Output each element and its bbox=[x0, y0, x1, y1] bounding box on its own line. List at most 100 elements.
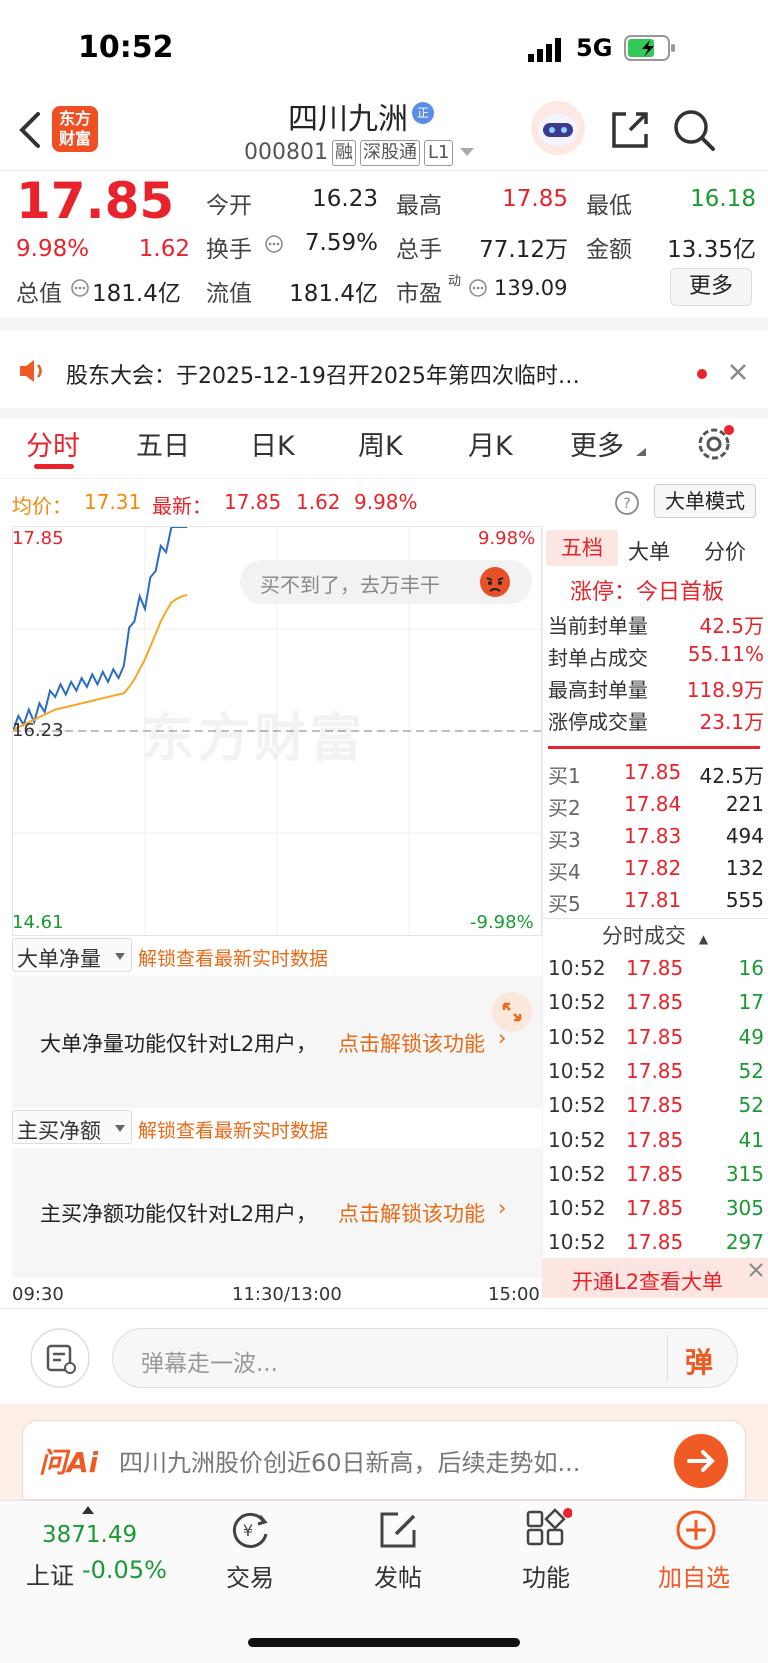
nav-trade[interactable]: 交易 bbox=[190, 1558, 310, 1593]
trade-volume: 52 bbox=[738, 1058, 764, 1083]
tab-month-k[interactable]: 月K bbox=[468, 424, 513, 463]
robot-avatar-icon[interactable] bbox=[530, 100, 586, 156]
ai-bar[interactable]: 问Ai 四川九洲股价创近60日新高，后续走势如... bbox=[22, 1420, 746, 1500]
y-bottom-label: 14.61 bbox=[12, 912, 64, 933]
bid-volume: 555 bbox=[725, 888, 764, 912]
settings-icon[interactable] bbox=[694, 424, 734, 464]
index-value[interactable]: 3871.49 bbox=[42, 1522, 137, 1548]
back-icon[interactable] bbox=[16, 110, 44, 150]
tab-intraday[interactable]: 分时 bbox=[26, 424, 80, 463]
panel1-link[interactable]: 点击解锁该功能 bbox=[338, 1028, 485, 1058]
l2-banner-text: 开通L2查看大单 bbox=[572, 1270, 724, 1294]
danmu-divider bbox=[667, 1335, 668, 1381]
tab-five-day[interactable]: 五日 bbox=[136, 424, 190, 463]
limit-row-label: 涨停成交量 bbox=[548, 710, 648, 734]
danmu-toggle-icon[interactable] bbox=[30, 1328, 90, 1388]
limit-row-label: 封单占成交 bbox=[548, 646, 648, 670]
bid-volume: 221 bbox=[725, 792, 764, 816]
close-icon[interactable] bbox=[728, 362, 748, 382]
status-time: 10:52 bbox=[78, 30, 174, 65]
avg-value: 17.31 bbox=[84, 490, 142, 514]
panel1-msg: 大单净量功能仅针对L2用户， bbox=[40, 1032, 318, 1056]
chart-bubble[interactable]: 买不到了，去万丰干 bbox=[240, 560, 532, 604]
bid-volume: 42.5万 bbox=[699, 764, 764, 788]
tag-sgt: 深股通 bbox=[360, 140, 420, 166]
index-name[interactable]: 上证 bbox=[26, 1556, 74, 1591]
ai-text: 四川九洲股价创近60日新高，后续走势如... bbox=[119, 1449, 581, 1477]
trade-time: 10:52 bbox=[548, 990, 606, 1015]
amount-label: 金额 bbox=[586, 237, 632, 263]
tab-day-k[interactable]: 日K bbox=[250, 424, 295, 463]
panel1-dropdown-label: 大单净量 bbox=[17, 947, 101, 971]
trade-volume: 17 bbox=[738, 990, 764, 1015]
add-watch-icon[interactable] bbox=[674, 1508, 718, 1552]
tab-week-k[interactable]: 周K bbox=[358, 424, 403, 463]
panel2-dropdown-label: 主买净额 bbox=[17, 1119, 101, 1143]
pe-value: 139.09 bbox=[494, 276, 568, 300]
panel2-dropdown[interactable]: 主买净额 bbox=[12, 1110, 132, 1144]
trade-price: 17.85 bbox=[626, 1093, 684, 1118]
pe-sup: 动 bbox=[448, 274, 462, 289]
open-value: 16.23 bbox=[312, 186, 378, 212]
danmu-input[interactable]: 弹幕走一波... 弹 bbox=[112, 1328, 738, 1388]
trade-volume: 41 bbox=[738, 1127, 764, 1152]
limit-divider bbox=[548, 746, 760, 749]
ob-tab-big[interactable]: 大单 bbox=[628, 536, 670, 566]
tab-more[interactable]: 更多 bbox=[570, 424, 624, 463]
l2-banner[interactable]: 开通L2查看大单 bbox=[542, 1258, 768, 1298]
code-dropdown-icon[interactable] bbox=[460, 148, 474, 158]
battery-icon bbox=[624, 34, 676, 62]
panel1-dropdown[interactable]: 大单净量 bbox=[12, 938, 132, 972]
danmu-send-button[interactable]: 弹 bbox=[685, 1341, 713, 1381]
big-order-mode-button[interactable]: 大单模式 bbox=[654, 484, 756, 518]
post-icon[interactable] bbox=[376, 1508, 420, 1552]
panel1-box[interactable]: 大单净量功能仅针对L2用户， 点击解锁该功能 › bbox=[12, 976, 542, 1108]
trade-price: 17.85 bbox=[626, 1058, 684, 1083]
ai-go-icon[interactable] bbox=[673, 1433, 729, 1489]
nav-function[interactable]: 功能 bbox=[486, 1558, 606, 1593]
share-icon[interactable] bbox=[608, 108, 652, 152]
trades-header[interactable]: 分时成交 ▲ bbox=[542, 918, 768, 952]
logo-line1: 东方 bbox=[58, 109, 91, 128]
volume-value: 77.12万 bbox=[479, 237, 568, 263]
info-icon[interactable] bbox=[70, 278, 90, 298]
trade-price: 17.85 bbox=[626, 1161, 684, 1186]
turnover-info-icon[interactable] bbox=[264, 234, 284, 254]
limit-row-value: 118.9万 bbox=[686, 678, 764, 702]
pct-change: 9.98% bbox=[16, 236, 90, 262]
bid-label: 买1 bbox=[548, 764, 581, 788]
latest-chg: 1.62 bbox=[296, 490, 341, 514]
function-icon[interactable] bbox=[524, 1508, 572, 1552]
trade-volume: 52 bbox=[738, 1093, 764, 1118]
search-icon[interactable] bbox=[672, 108, 716, 152]
float-value: 181.4亿 bbox=[289, 281, 378, 307]
bid-price: 17.84 bbox=[624, 792, 682, 816]
pe-info-icon[interactable] bbox=[468, 278, 488, 298]
notice-text[interactable]: 股东大会：于2025-12-19召开2025年第四次临时… bbox=[66, 358, 686, 390]
ob-tab-five[interactable]: 五档 bbox=[546, 530, 618, 566]
limit-row-value: 23.1万 bbox=[699, 710, 764, 734]
collapse-caret-icon: ▲ bbox=[698, 932, 709, 946]
panel2-hint[interactable]: 解锁查看最新实时数据 bbox=[138, 1116, 328, 1143]
trade-icon[interactable]: ¥ bbox=[228, 1508, 272, 1552]
ob-tab-price[interactable]: 分价 bbox=[704, 536, 746, 566]
banner-close-icon[interactable] bbox=[748, 1262, 764, 1278]
y-mid-label: 16.23 bbox=[12, 720, 64, 741]
verified-badge: 正 bbox=[412, 102, 434, 124]
panel1-hint[interactable]: 解锁查看最新实时数据 bbox=[138, 944, 328, 971]
help-icon[interactable]: ? bbox=[614, 490, 640, 516]
float-value-label: 流值 bbox=[206, 281, 252, 307]
panel2-box[interactable]: 主买净额功能仅针对L2用户， 点击解锁该功能 › bbox=[12, 1148, 542, 1278]
pct-top-label: 9.98% bbox=[478, 528, 536, 549]
tab-indicator bbox=[34, 464, 74, 469]
panel2-link[interactable]: 点击解锁该功能 bbox=[338, 1198, 485, 1228]
nav-post[interactable]: 发帖 bbox=[338, 1558, 458, 1593]
nav-add-watch[interactable]: 加自选 bbox=[634, 1558, 754, 1593]
signal-icon bbox=[528, 36, 568, 62]
more-button[interactable]: 更多 bbox=[670, 268, 752, 306]
limit-title: 涨停：今日首板 bbox=[570, 580, 725, 605]
bid-price: 17.82 bbox=[624, 856, 682, 880]
limit-row-value: 42.5万 bbox=[699, 614, 764, 638]
expand-icon[interactable] bbox=[490, 990, 534, 1034]
index-pct[interactable]: -0.05% bbox=[82, 1556, 167, 1584]
